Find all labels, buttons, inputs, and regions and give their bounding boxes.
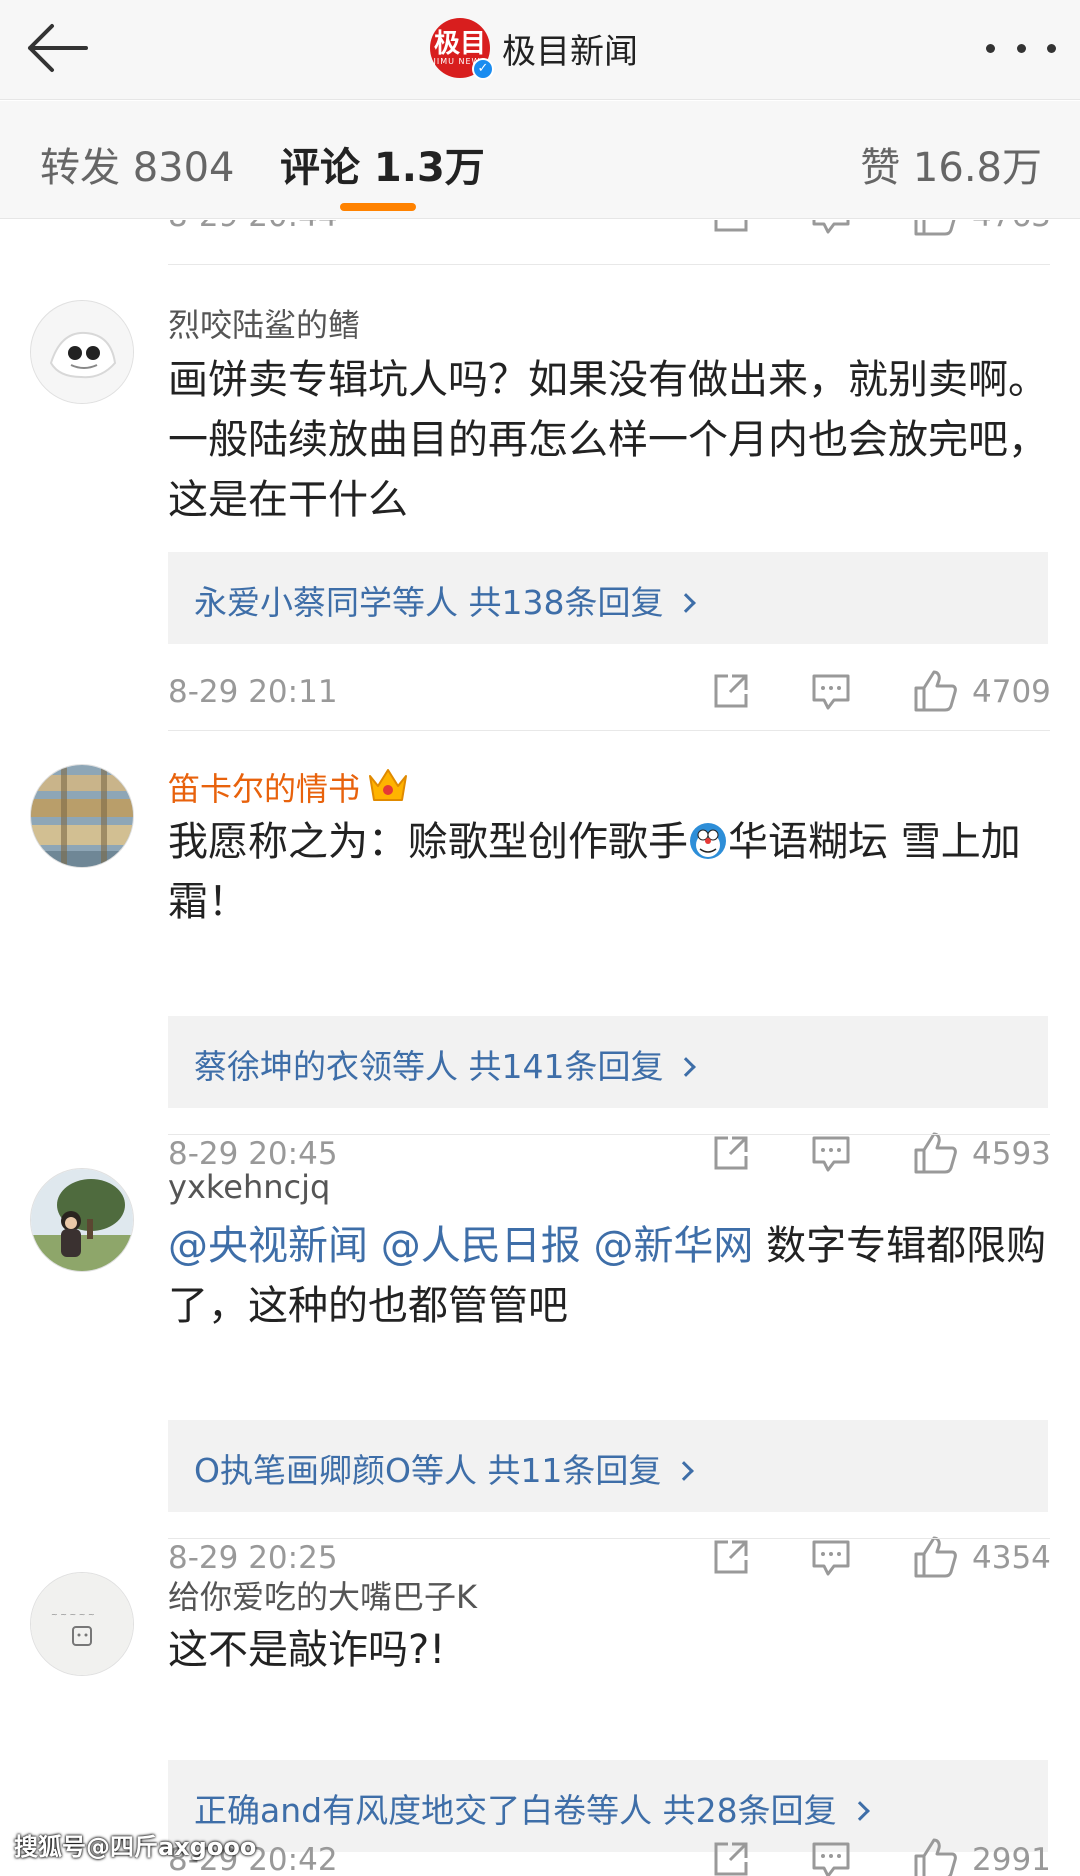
verified-badge-icon: ✓ (472, 58, 494, 80)
comment-text: @央视新闻 @人民日报 @新华网 数字专辑都限购了，这种的也都管管吧 (168, 1216, 1048, 1336)
avatar[interactable] (30, 1168, 134, 1272)
like-icon[interactable] (912, 220, 958, 238)
emoji-icon (690, 823, 726, 859)
like-icon[interactable] (912, 1836, 958, 1876)
comment-username[interactable]: 烈咬陆鲨的鳍 (168, 300, 360, 346)
replies-summary[interactable]: 蔡徐坤的衣领等人 共141条回复 (168, 1016, 1048, 1108)
comment-item: 烈咬陆鲨的鳍 画饼卖专辑坑人吗？如果没有做出来，就别卖啊。一般陆续放曲目的再怎么… (0, 264, 1080, 724)
mention-link[interactable]: @人民日报 (381, 1223, 581, 1269)
top-bar: 极目 JIMU NEWS ✓ 极目新闻 (0, 0, 1080, 100)
comment-time: 8-29 20:44 (168, 220, 338, 234)
comment-text: 这不是敲诈吗?! (168, 1627, 446, 1673)
logo-text: 极目 (433, 28, 486, 59)
like-count: 2991 (972, 1842, 1051, 1876)
replies-link[interactable]: 正确and有风度地交了白卷等人 共28条回复 (194, 1784, 870, 1832)
svg-text:~ ~ ~ ~ ~: ~ ~ ~ ~ ~ (51, 1610, 95, 1619)
avatar[interactable]: ~ ~ ~ ~ ~ (30, 1572, 134, 1676)
share-icon[interactable] (710, 1838, 752, 1876)
tab-comment[interactable]: 评论 1.3万 (280, 135, 485, 193)
tab-repost[interactable]: 转发 8304 (40, 135, 235, 193)
comment-icon[interactable] (810, 1840, 852, 1876)
comment-list[interactable]: 8-29 20:44 4763 烈咬陆鲨的鳍 画饼卖专辑坑人吗？如果没有做出来，… (0, 220, 1080, 1876)
comment-text-part: 我愿称之为：赊歌型创作歌手 (168, 819, 688, 865)
comment-username[interactable]: 给你爱吃的大嘴巴子K (168, 1572, 477, 1618)
replies-label: 正确and有风度地交了白卷等人 共28条回复 (194, 1791, 837, 1830)
comment-text: 我愿称之为：赊歌型创作歌手 华语糊坛 雪上加霜！ (168, 812, 1048, 932)
tab-like[interactable]: 赞 16.8万 (860, 135, 1042, 193)
avatar[interactable] (30, 764, 134, 868)
comment-item: ~ ~ ~ ~ ~ 给你爱吃的大嘴巴子K 这不是敲诈吗?! 正确and有风度地交… (0, 1538, 1080, 1876)
account-logo: 极目 JIMU NEWS ✓ (430, 18, 494, 80)
watermark: 搜狐号@四斤axgooo (14, 1833, 257, 1861)
comment-time: 8-29 20:11 (168, 674, 338, 710)
avatar[interactable] (30, 300, 134, 404)
comment-item: 笛卡尔的情书 我愿称之为：赊歌型创作歌手 华语糊坛 雪上加霜！ 蔡徐坤的衣领等人 … (0, 730, 1080, 1174)
chevron-right-icon (849, 1801, 870, 1821)
previous-comment-meta: 8-29 20:44 4763 (0, 220, 1080, 254)
chevron-right-icon (676, 1057, 697, 1077)
replies-link[interactable]: O执笔画卿颜O等人 共11条回复 (194, 1444, 695, 1492)
comment-icon[interactable] (810, 220, 852, 236)
replies-label: O执笔画卿颜O等人 共11条回复 (194, 1451, 662, 1490)
like-icon[interactable] (912, 668, 958, 714)
comment-meta: 8-29 20:11 4709 (0, 670, 1080, 720)
comment-icon[interactable] (810, 672, 852, 712)
username-text: 笛卡尔的情书 (168, 770, 361, 808)
chevron-right-icon (674, 1461, 695, 1481)
crown-badge-icon (369, 769, 408, 801)
chevron-right-icon (676, 593, 697, 613)
comment-username[interactable]: 笛卡尔的情书 (168, 764, 410, 810)
account-header[interactable]: 极目 JIMU NEWS ✓ 极目新闻 (430, 16, 638, 80)
arrow-left-icon[interactable] (22, 18, 92, 78)
like-count: 4763 (972, 220, 1051, 234)
replies-link[interactable]: 永爱小蔡同学等人 共138条回复 (194, 576, 697, 624)
replies-link[interactable]: 蔡徐坤的衣领等人 共141条回复 (194, 1040, 697, 1088)
tab-bar: 转发 8304 评论 1.3万 赞 16.8万 (0, 101, 1080, 219)
replies-label: 蔡徐坤的衣领等人 共141条回复 (194, 1047, 664, 1086)
replies-summary[interactable]: O执笔画卿颜O等人 共11条回复 (168, 1420, 1048, 1512)
more-dots-icon[interactable] (986, 26, 1056, 70)
share-icon[interactable] (710, 670, 752, 712)
like-count: 4709 (972, 674, 1051, 710)
comment-text: 画饼卖专辑坑人吗？如果没有做出来，就别卖啊。一般陆续放曲目的再怎么样一个月内也会… (168, 357, 1048, 523)
replies-label: 永爱小蔡同学等人 共138条回复 (194, 583, 664, 622)
active-tab-indicator (340, 203, 416, 211)
comment-item: yxkehncjq @央视新闻 @人民日报 @新华网 数字专辑都限购了，这种的也… (0, 1134, 1080, 1578)
mention-link[interactable]: @央视新闻 (168, 1223, 368, 1269)
share-icon[interactable] (710, 220, 752, 236)
mention-link[interactable]: @新华网 (593, 1223, 753, 1269)
comment-username[interactable]: yxkehncjq (168, 1168, 330, 1206)
account-name[interactable]: 极目新闻 (502, 24, 638, 73)
replies-summary[interactable]: 永爱小蔡同学等人 共138条回复 (168, 552, 1048, 644)
